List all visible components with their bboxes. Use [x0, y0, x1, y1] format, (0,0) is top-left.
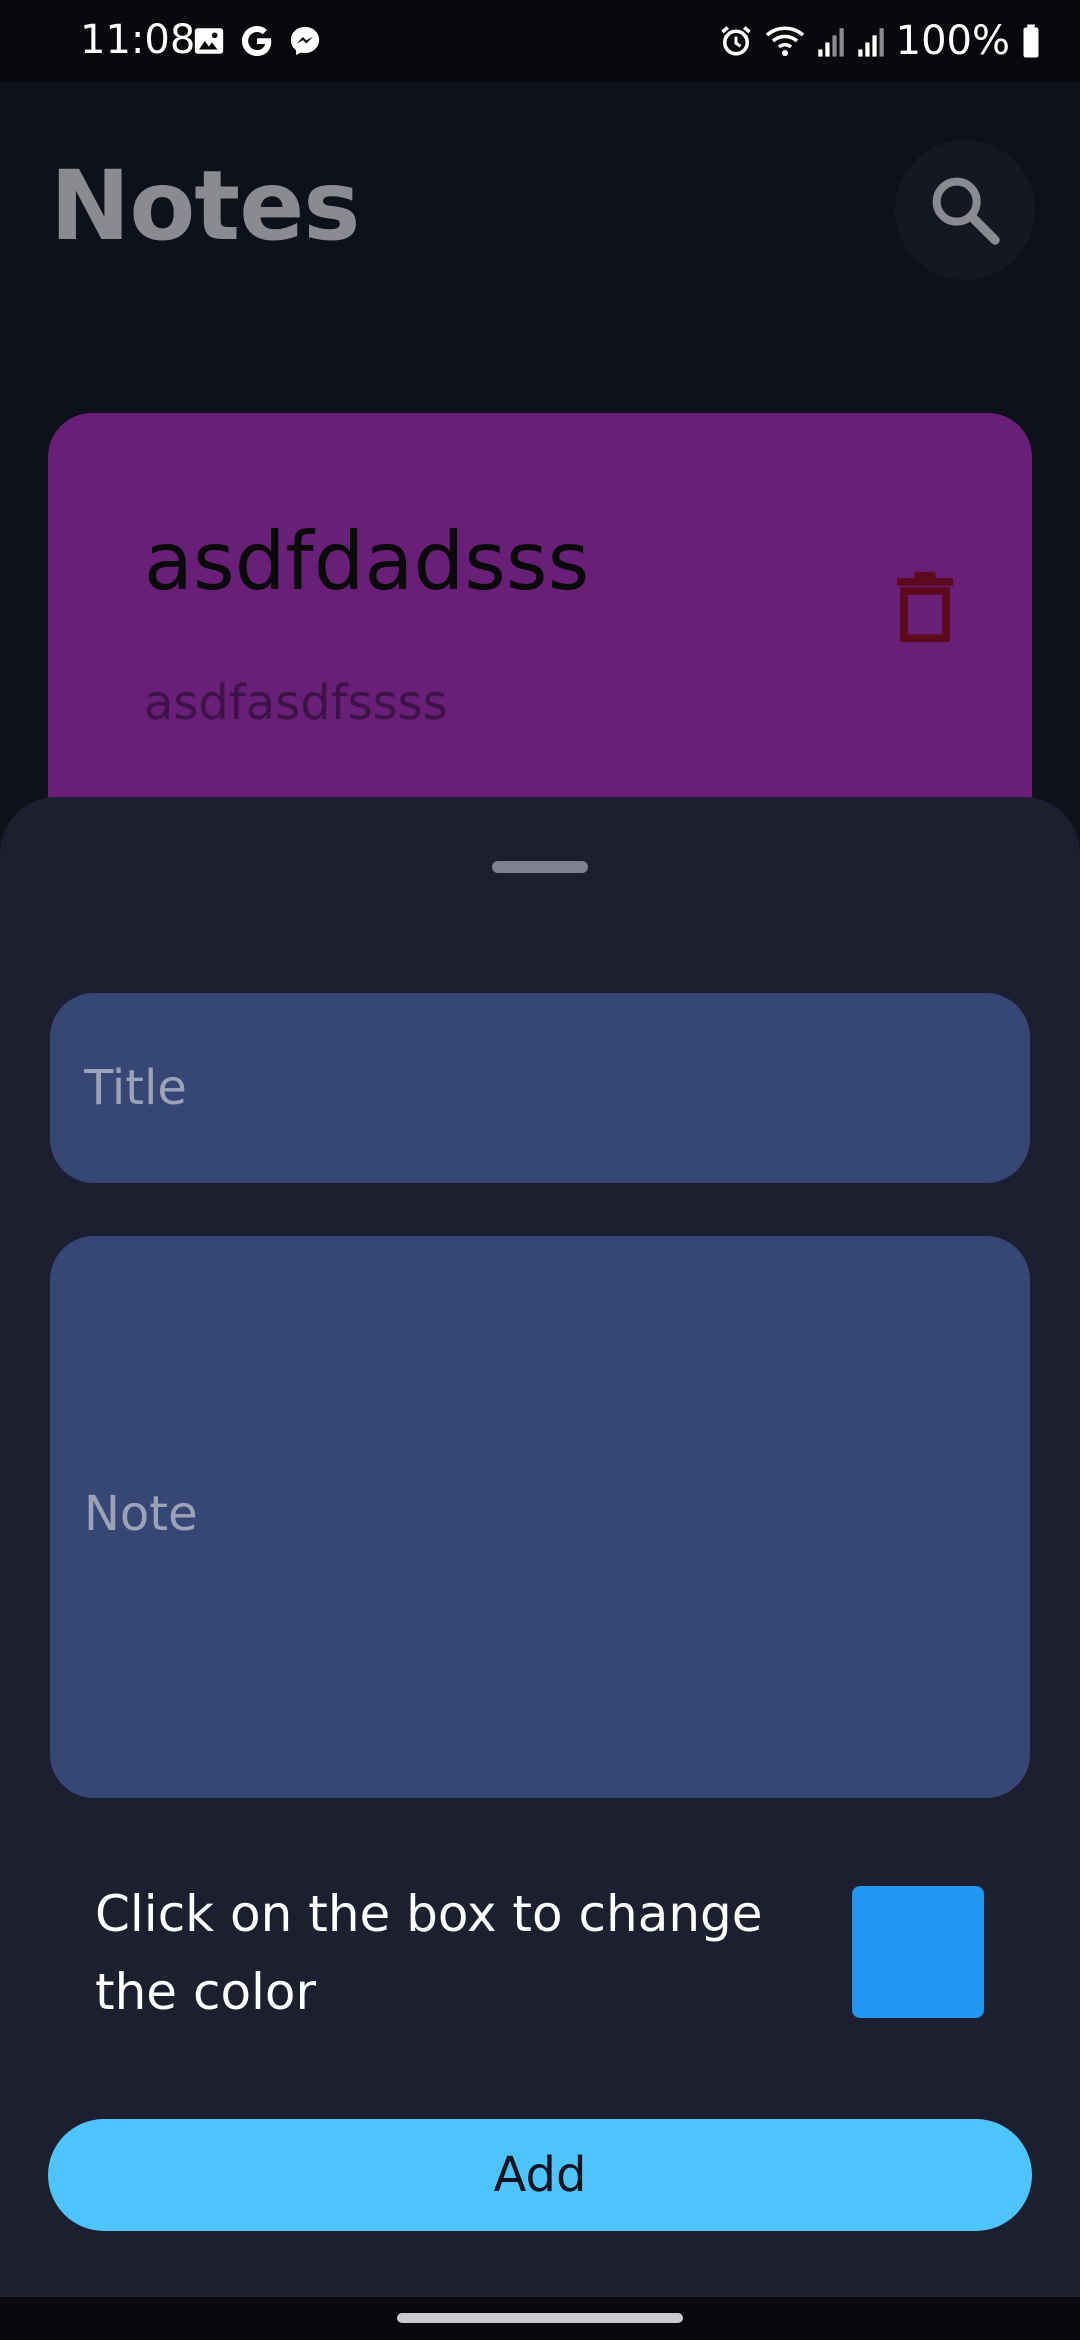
system-status: 100% — [718, 18, 1042, 64]
app-screen: 11:08 100% Notes asdfdadsss asdfasdfssss… — [0, 0, 1080, 2340]
gallery-icon — [194, 28, 224, 54]
home-gesture-handle[interactable] — [397, 2313, 683, 2323]
navigation-bar — [0, 2297, 1080, 2340]
status-bar: 11:08 100% — [0, 0, 1080, 82]
add-button[interactable]: Add — [48, 2119, 1032, 2231]
add-note-sheet: Click on the box to change the color Add — [0, 797, 1080, 2297]
status-time: 11:08 — [80, 17, 196, 63]
battery-percentage: 100% — [895, 18, 1010, 64]
wifi-icon — [765, 26, 804, 56]
signal-icon — [817, 28, 844, 57]
page-title: Notes — [50, 150, 360, 262]
drag-handle[interactable] — [492, 861, 588, 873]
color-picker-box[interactable] — [852, 1886, 984, 2018]
note-body: asdfasdfssss — [144, 675, 448, 731]
google-icon — [241, 25, 272, 57]
search-icon — [932, 177, 1000, 245]
note-title: asdfdadsss — [144, 515, 590, 608]
delete-button[interactable] — [883, 563, 967, 647]
trash-icon — [897, 571, 953, 643]
messenger-icon — [290, 26, 320, 56]
title-input[interactable] — [50, 993, 1030, 1183]
battery-icon — [1023, 24, 1039, 58]
alarm-icon — [720, 26, 751, 56]
notification-icons — [192, 22, 322, 60]
signal-icon — [857, 28, 884, 57]
note-input[interactable] — [50, 1236, 1030, 1798]
search-button[interactable] — [895, 140, 1035, 280]
color-hint-text: Click on the box to change the color — [95, 1885, 763, 2021]
